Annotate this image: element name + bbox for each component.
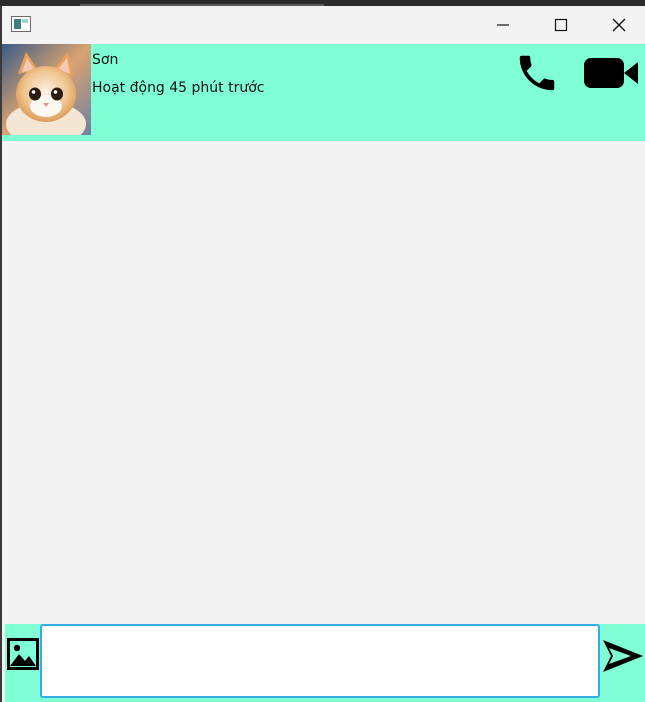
app-icon	[11, 16, 31, 32]
message-input[interactable]	[40, 624, 600, 698]
avatar[interactable]	[2, 44, 91, 135]
contact-status: Hoạt động 45 phút trước	[92, 80, 265, 96]
minimize-button[interactable]	[474, 6, 532, 43]
phone-icon[interactable]	[514, 50, 560, 96]
message-composer	[5, 624, 645, 702]
title-bar	[2, 6, 645, 43]
message-list[interactable]	[2, 141, 645, 623]
kitten-avatar-image	[2, 44, 91, 135]
close-button[interactable]	[590, 6, 645, 43]
maximize-button[interactable]	[532, 6, 590, 43]
video-camera-icon[interactable]	[582, 54, 640, 92]
chat-window: Sơn Hoạt động 45 phút trước	[0, 6, 645, 702]
send-icon[interactable]	[601, 638, 645, 674]
chat-header: Sơn Hoạt động 45 phút trước	[2, 44, 645, 141]
maximize-icon	[554, 18, 568, 31]
contact-name: Sơn	[92, 52, 119, 68]
image-icon[interactable]	[5, 636, 41, 672]
minimize-icon	[497, 23, 509, 26]
close-icon	[612, 18, 626, 31]
